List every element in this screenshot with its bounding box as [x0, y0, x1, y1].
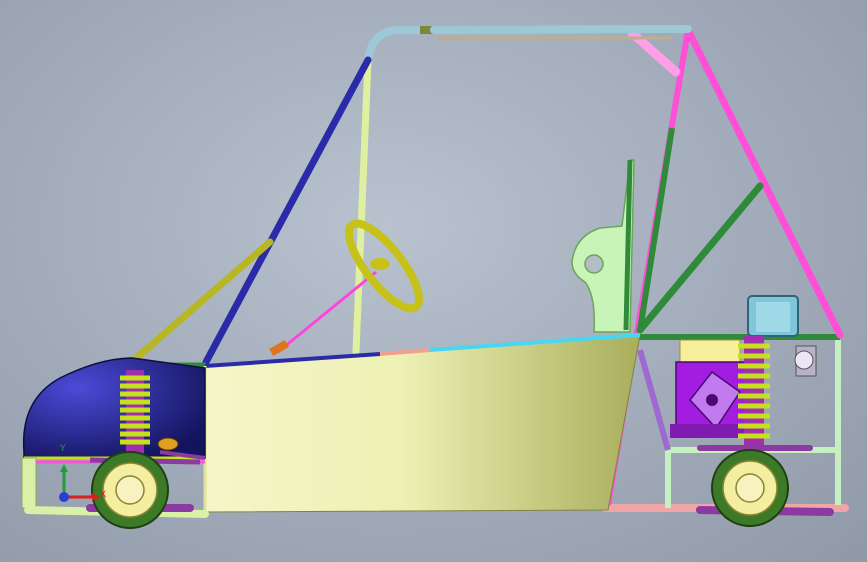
triad-origin: [59, 492, 69, 502]
front-wheel: [91, 451, 169, 529]
buggy-frame-model[interactable]: [0, 0, 867, 562]
steering-assembly: [269, 219, 424, 356]
front-roll-hoop: [130, 56, 372, 370]
seat: [571, 159, 635, 333]
side-panel: [203, 333, 641, 513]
cad-viewport[interactable]: Y X: [0, 0, 867, 562]
fuel-tank: [747, 295, 799, 337]
rear-wheel: [711, 449, 789, 527]
triad-y-arrow: [60, 464, 68, 472]
